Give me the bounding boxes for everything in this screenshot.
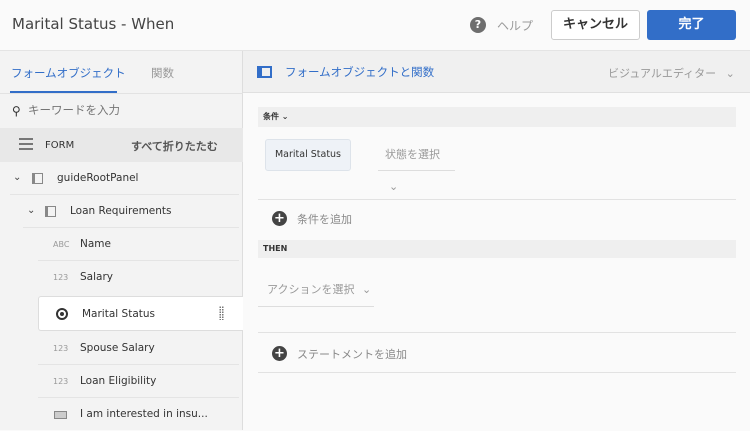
form-label: FORM [45, 140, 75, 151]
state-select-label: 状態を選択 [385, 148, 440, 161]
chevron-down-icon[interactable]: ⌄ [27, 205, 35, 216]
chevron-down-icon: ⌄ [389, 180, 399, 193]
chevron-down-icon[interactable]: ⌄ [13, 172, 21, 183]
collapse-all-button[interactable]: すべて折りたたむ [131, 138, 218, 154]
numeric-field-icon: 123 [53, 273, 69, 282]
action-select[interactable]: アクションを選択 ⌄ [258, 276, 374, 307]
numeric-field-icon: 123 [53, 344, 69, 353]
tree-item-label: Name [80, 238, 111, 250]
add-statement-button[interactable]: ステートメントを追加 [297, 346, 407, 362]
cancel-button[interactable]: キャンセル [551, 10, 640, 40]
divider [258, 199, 736, 200]
page-title: Marital Status - When [12, 15, 175, 33]
form-row: FORM すべて折りたたむ [0, 128, 243, 162]
radio-button-icon [56, 308, 68, 320]
add-icon[interactable]: + [272, 211, 287, 226]
divider [258, 332, 736, 333]
top-bar: Marital Status - When ? ヘルプ キャンセル 完了 [0, 0, 750, 51]
tree-item-name[interactable]: ABC Name [0, 228, 243, 261]
tree-item-label: Salary [80, 271, 113, 283]
tree-item-label: Loan Requirements [70, 205, 172, 217]
tree-item-label: Spouse Salary [80, 342, 155, 354]
tree-item-label: guideRootPanel [57, 172, 139, 184]
tree-item-loan-requirements[interactable]: ⌄ Loan Requirements [0, 195, 243, 228]
tree-item-spouse-salary[interactable]: 123 Spouse Salary [0, 332, 243, 365]
tree-item-loan-eligibility[interactable]: 123 Loan Eligibility [0, 365, 243, 398]
chevron-down-icon: ⌄ [725, 67, 735, 80]
active-tab-indicator [10, 91, 117, 93]
tab-form-objects[interactable]: フォームオブジェクト [11, 65, 126, 81]
search-input[interactable] [28, 103, 228, 117]
form-icon [19, 138, 33, 150]
tree-item-label: Marital Status [82, 308, 155, 320]
chevron-down-icon: ⌄ [281, 112, 289, 121]
panel-icon [32, 173, 43, 184]
editor-mode-label: ビジュアルエディター [608, 67, 717, 80]
tree-item-marital-status[interactable]: Marital Status [38, 296, 243, 331]
panel-icon [45, 206, 56, 217]
done-button[interactable]: 完了 [647, 10, 736, 40]
tree-item-guide-root-panel[interactable]: ⌄ guideRootPanel [0, 162, 243, 195]
editor-header: フォームオブジェクトと関数 ビジュアルエディター ⌄ [243, 51, 750, 93]
numeric-field-icon: 123 [53, 377, 69, 386]
tab-functions[interactable]: 関数 [151, 65, 174, 81]
text-box-icon [54, 411, 67, 419]
search-icon: ⚲ [12, 104, 21, 118]
divider [258, 372, 736, 373]
action-select-label: アクションを選択 [267, 283, 355, 296]
tree-item-salary[interactable]: 123 Salary [0, 261, 243, 294]
tree-item-insurance[interactable]: I am interested in insu... [0, 398, 243, 431]
help-icon[interactable]: ? [470, 17, 486, 33]
add-icon[interactable]: + [272, 346, 287, 361]
then-section-header: THEN [258, 240, 736, 258]
form-objects-toggle[interactable]: フォームオブジェクトと関数 [285, 64, 434, 80]
tree-item-label: I am interested in insu... [80, 408, 208, 420]
editor-mode-select[interactable]: ビジュアルエディター ⌄ [608, 65, 735, 81]
divider [0, 93, 243, 94]
condition-field-chip[interactable]: Marital Status [265, 139, 351, 171]
help-link[interactable]: ヘルプ [497, 17, 533, 34]
state-select[interactable]: 状態を選択 ⌄ [378, 139, 455, 193]
text-field-icon: ABC [53, 240, 70, 249]
chevron-down-icon: ⌄ [361, 283, 372, 296]
drag-handle-icon[interactable] [219, 306, 224, 320]
sidebar-toggle-icon[interactable] [257, 66, 272, 78]
tree-item-label: Loan Eligibility [80, 375, 157, 387]
add-condition-button[interactable]: 条件を追加 [297, 211, 352, 227]
condition-header-label: 条件 [263, 112, 279, 121]
condition-section-header[interactable]: 条件 ⌄ [258, 107, 736, 127]
left-panel: フォームオブジェクト 関数 ⚲ FORM すべて折りたたむ ⌄ guideRoo… [0, 51, 243, 430]
